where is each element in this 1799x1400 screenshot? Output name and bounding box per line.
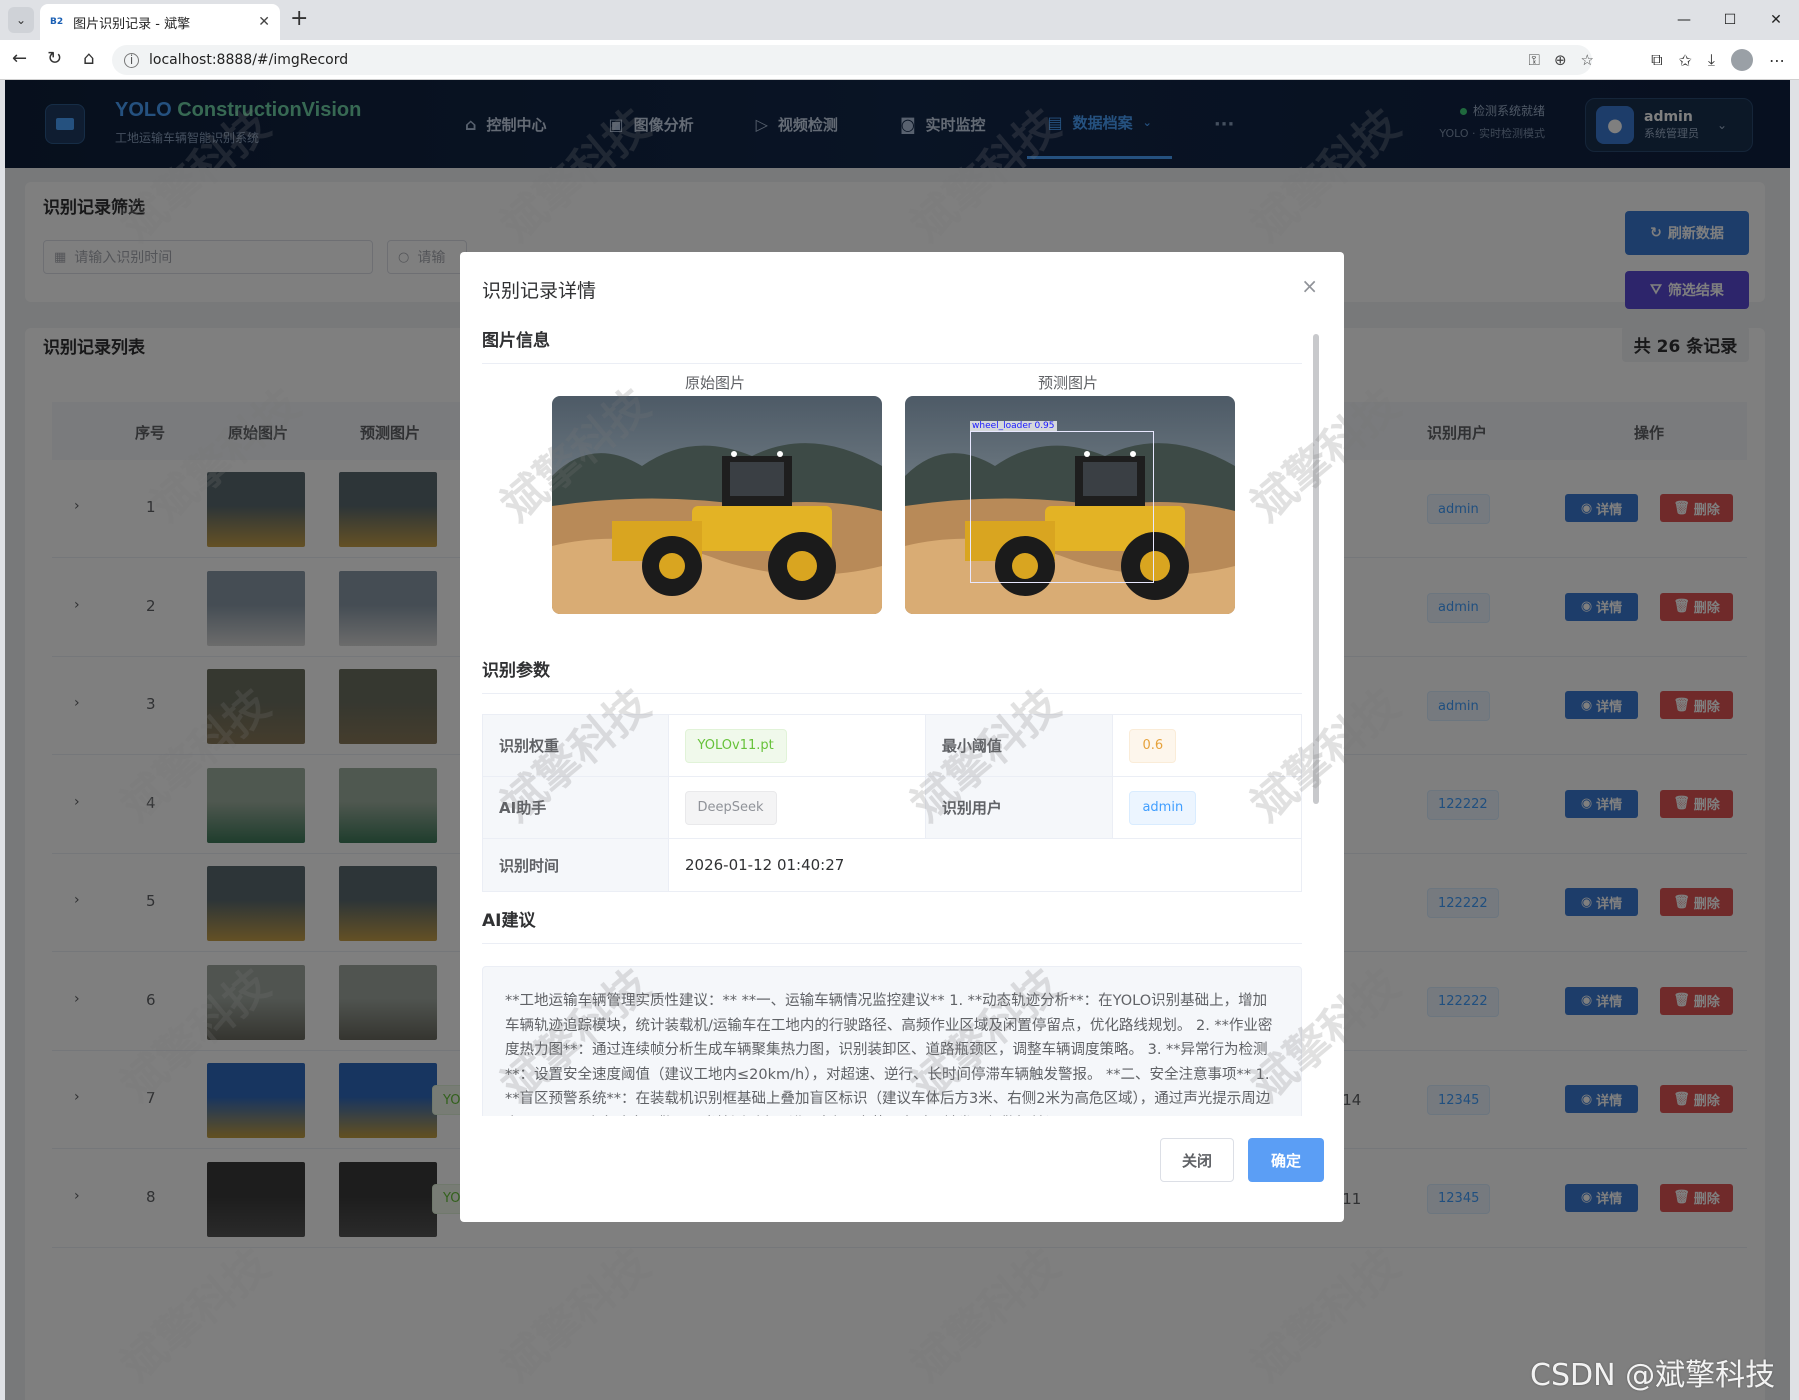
window-close-icon[interactable]: ✕ [1753,0,1799,40]
profile-avatar[interactable] [1731,49,1753,71]
browser-toolbar: ⧉ ✩ ⤓ ⋯ [1651,49,1785,71]
modal-scrollbar[interactable] [1313,334,1319,804]
key-icon[interactable]: ⚿ [1529,51,1540,69]
predicted-image[interactable]: wheel_loader 0.95 [905,396,1235,614]
caption-predicted: 预测图片 [1038,374,1099,392]
close-icon[interactable]: × [1301,274,1318,298]
threshold-tag: 0.6 [1129,728,1177,763]
modal-title: 识别记录详情 [482,280,597,302]
zoom-icon[interactable]: ⊕ [1554,51,1567,69]
reload-icon[interactable]: ↻ [47,48,62,69]
menu-dots-icon[interactable]: ⋯ [1769,51,1785,70]
favorites-icon[interactable]: ✩ [1679,51,1692,70]
browser-tab[interactable]: B2 图片识别记录 - 斌擎 ✕ [40,4,280,40]
ai-label: AI助手 [483,777,669,838]
weight-label: 识别权重 [483,715,669,776]
tab-list-chevron-icon[interactable]: ⌄ [8,7,34,33]
browser-tabbar: ⌄ B2 图片识别记录 - 斌擎 ✕ + — ☐ ✕ [0,0,1799,40]
app-viewport: YOLO ConstructionVision 工地运输车辆智能识别系统 ⌂控制… [5,80,1790,1400]
close-button[interactable]: 关闭 [1160,1138,1234,1182]
csdn-footer-mark: CSDN @斌擎科技 [1530,1358,1776,1393]
confirm-button[interactable]: 确定 [1248,1138,1324,1182]
detection-label: wheel_loader 0.95 [970,421,1057,431]
threshold-label: 最小阈值 [925,715,1114,776]
url-action-icons: ⚿ ⊕ ☆ [1529,51,1594,69]
original-image[interactable] [552,396,882,614]
close-tab-icon[interactable]: ✕ [258,14,270,30]
url-input[interactable]: i localhost:8888/#/imgRecord [112,45,1592,75]
section-params-title: 识别参数 [482,656,1302,694]
new-tab-icon[interactable]: + [290,6,308,31]
time-label: 识别时间 [483,839,669,891]
params-table: 识别权重 YOLOv11.pt 最小阈值 0.6 AI助手 DeepSeek 识… [482,714,1302,892]
detail-modal: 识别记录详情 × 图片信息 原始图片 预测图片 wheel_loader 0.9… [460,252,1344,1222]
favicon-icon: B2 [50,17,64,27]
ai-tag: DeepSeek [684,790,777,825]
window-controls: — ☐ ✕ [1661,0,1799,40]
address-bar: ← ↻ ⌂ i localhost:8888/#/imgRecord ⚿ ⊕ ☆… [0,40,1799,80]
maximize-icon[interactable]: ☐ [1707,0,1753,40]
section-images-title: 图片信息 [482,326,1302,364]
back-icon[interactable]: ← [12,48,27,69]
downloads-icon[interactable]: ⤓ [1708,50,1715,70]
favorite-star-icon[interactable]: ☆ [1581,51,1594,69]
minimize-icon[interactable]: — [1661,0,1707,40]
ai-advice-text: **工地运输车辆管理实质性建议：** **一、运输车辆情况监控建议** 1. *… [482,966,1302,1116]
weight-tag: YOLOv11.pt [684,728,787,763]
tab-title: 图片识别记录 - 斌擎 [73,16,191,32]
site-info-icon[interactable]: i [124,52,139,68]
extensions-icon[interactable]: ⧉ [1651,50,1662,70]
url-text: localhost:8888/#/imgRecord [149,52,349,68]
modal-body: 图片信息 原始图片 预测图片 wheel_loader 0.95 识别参数 识别… [482,326,1302,1116]
detection-box [970,431,1154,583]
home-browser-icon[interactable]: ⌂ [83,48,94,69]
modal-footer: 关闭 确定 [460,1138,1344,1198]
time-value: 2026-01-12 01:40:27 [685,856,845,874]
user-label: 识别用户 [925,777,1114,838]
user-tag: admin [1129,790,1197,825]
caption-original: 原始图片 [685,374,746,392]
section-ai-title: AI建议 [482,906,1302,944]
wheel-loader-photo [552,396,882,614]
